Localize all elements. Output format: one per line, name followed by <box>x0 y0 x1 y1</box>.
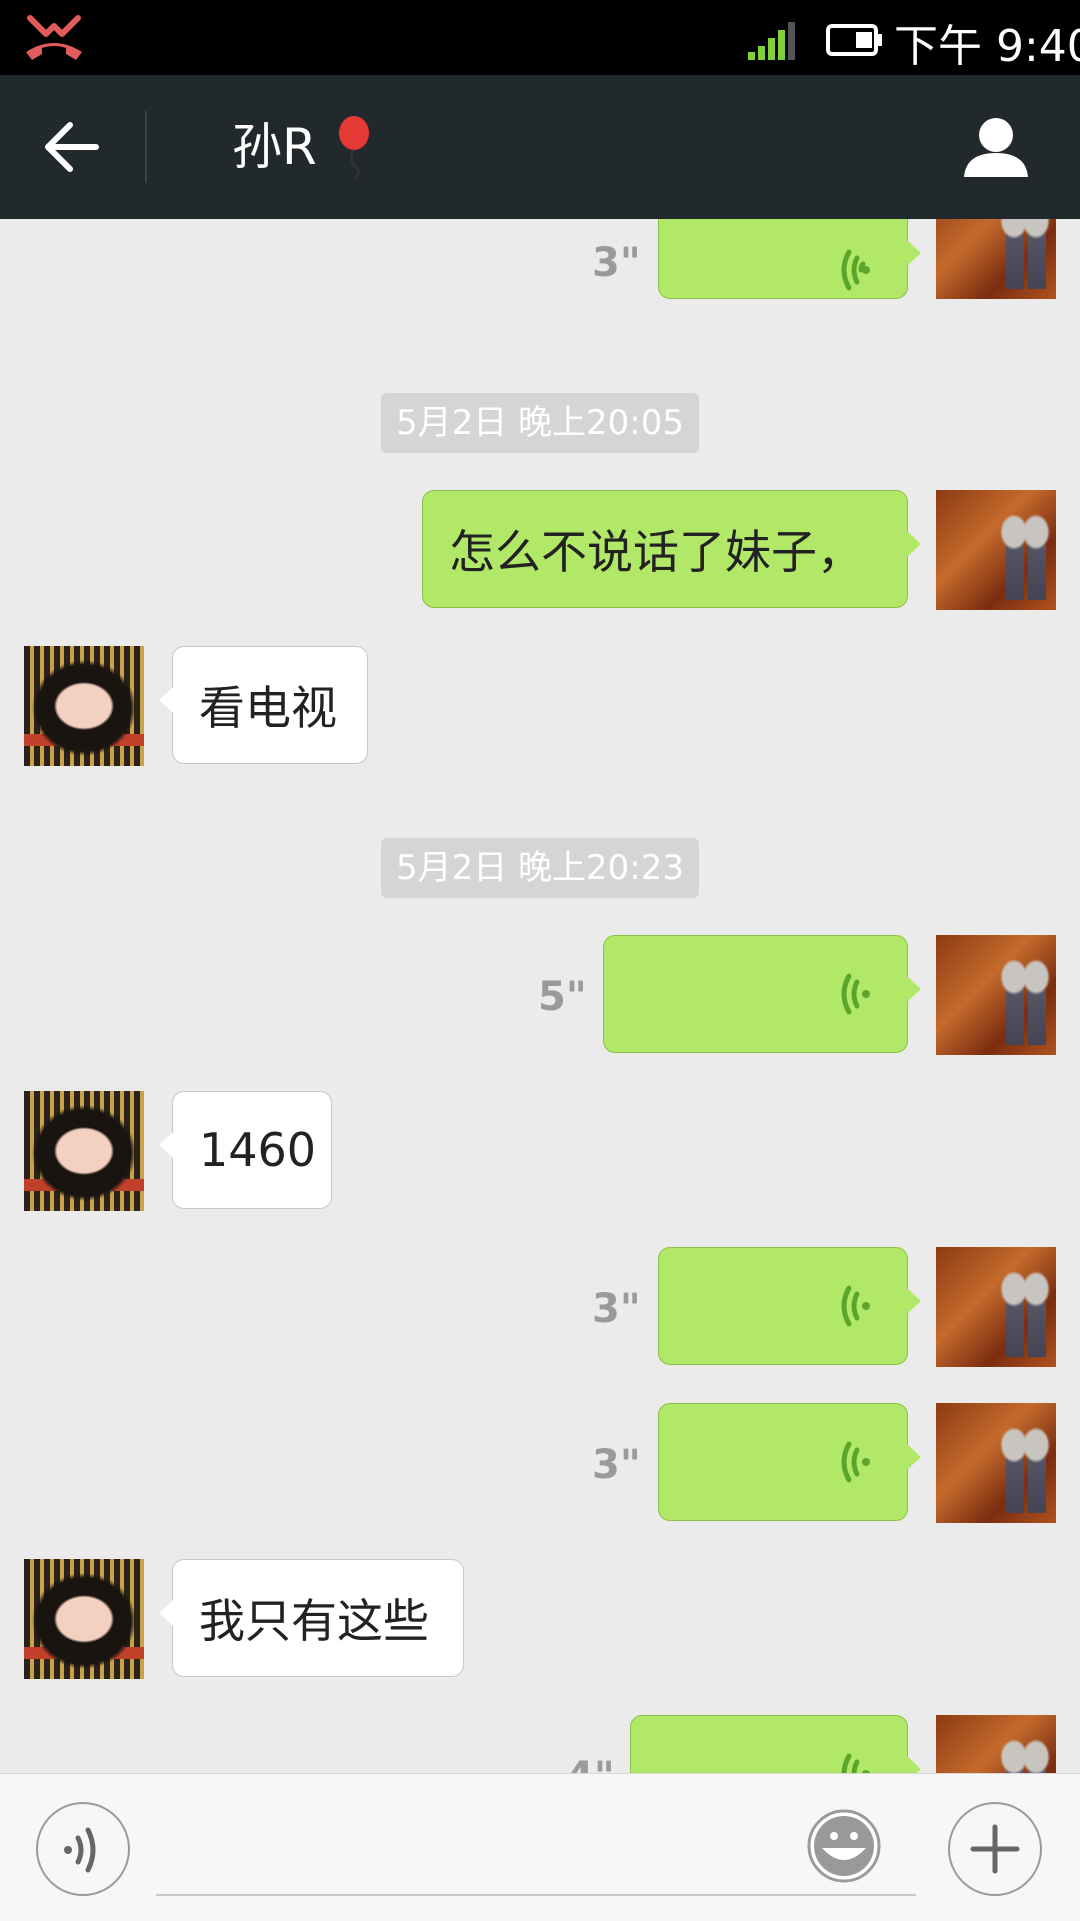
contact-name: 孙R <box>232 118 317 176</box>
voice-message-bubble[interactable] <box>603 935 921 1053</box>
my-avatar[interactable] <box>936 490 1056 610</box>
my-avatar[interactable] <box>936 1715 1056 1773</box>
voice-wave-icon <box>841 1441 870 1483</box>
message-text: 1460 <box>199 1123 317 1177</box>
plus-icon <box>970 1824 1020 1874</box>
my-avatar[interactable] <box>936 219 1056 299</box>
voice-input-button[interactable] <box>36 1802 130 1896</box>
voice-wave-icon <box>841 973 870 1015</box>
message-text: 怎么不说话了妹子， <box>449 525 863 579</box>
voice-message-bubble[interactable] <box>658 219 921 299</box>
voice-message-bubble[interactable] <box>658 1247 921 1365</box>
timestamp: 5月2日 晚上20:23 <box>381 838 699 898</box>
text-message-bubble[interactable]: 怎么不说话了妹子， <box>422 490 921 608</box>
status-time: 下午 9:40 <box>894 21 1080 72</box>
text-message-bubble[interactable]: 1460 <box>159 1091 332 1209</box>
battery-icon <box>826 24 882 56</box>
emoji-icon[interactable] <box>806 1808 882 1884</box>
voice-icon <box>64 1827 96 1873</box>
my-avatar[interactable] <box>936 935 1056 1055</box>
missed-call-icon[interactable] <box>24 12 84 62</box>
voice-wave-icon <box>841 1753 870 1773</box>
voice-duration: 4" <box>566 1754 615 1773</box>
text-message-bubble[interactable]: 我只有这些 <box>159 1559 464 1677</box>
text-message-bubble[interactable]: 看电视 <box>159 646 368 764</box>
input-bar <box>0 1773 1080 1921</box>
chat-area[interactable]: 3" 5月2日 晚上20:05 怎么不说话了妹子， 看电视 5月2日 晚上20:… <box>0 219 1080 1773</box>
voice-message-bubble[interactable] <box>630 1715 921 1773</box>
voice-wave-icon <box>841 249 870 291</box>
status-bar: 下午 9:40 <box>0 0 1080 75</box>
contact-avatar[interactable] <box>24 1091 144 1211</box>
my-avatar[interactable] <box>936 1247 1056 1367</box>
voice-duration: 3" <box>592 240 641 286</box>
my-avatar[interactable] <box>936 1403 1056 1523</box>
voice-duration: 3" <box>592 1442 641 1488</box>
signal-icon <box>748 22 795 60</box>
chat-header: 孙R <box>0 75 1080 219</box>
voice-wave-icon <box>841 1285 870 1327</box>
profile-icon[interactable] <box>960 115 1032 181</box>
message-text: 看电视 <box>199 681 337 735</box>
timestamp: 5月2日 晚上20:05 <box>381 393 699 453</box>
voice-duration: 5" <box>538 974 587 1020</box>
back-arrow-icon[interactable] <box>42 119 102 175</box>
header-divider <box>145 111 147 183</box>
contact-avatar[interactable] <box>24 1559 144 1679</box>
balloon-icon <box>339 116 369 179</box>
voice-message-bubble[interactable] <box>658 1403 921 1521</box>
message-input[interactable] <box>156 1804 916 1896</box>
message-text: 我只有这些 <box>199 1594 429 1648</box>
more-options-button[interactable] <box>948 1802 1042 1896</box>
voice-duration: 3" <box>592 1286 641 1332</box>
contact-avatar[interactable] <box>24 646 144 766</box>
